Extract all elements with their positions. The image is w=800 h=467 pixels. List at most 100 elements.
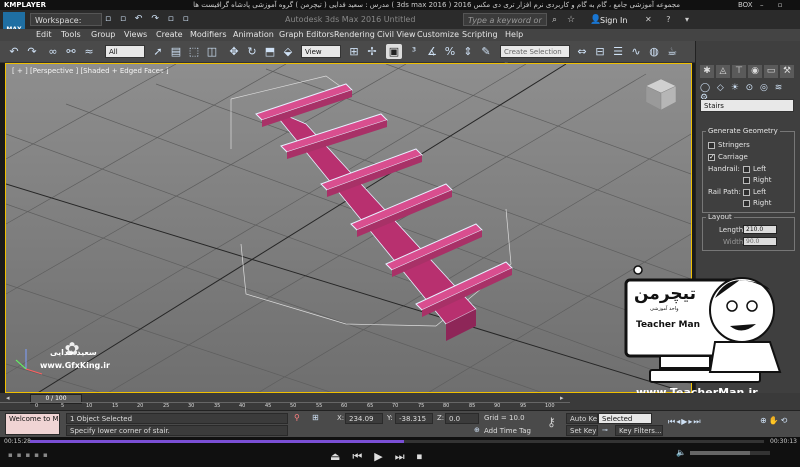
maxscript-listener[interactable]: Welcome to M: (5, 413, 60, 435)
create-tab-icon[interactable]: ✱ (700, 65, 714, 78)
utilities-tab-icon[interactable]: ⚒ (780, 65, 794, 78)
keyboard-shortcut-icon[interactable]: ▣ (386, 44, 402, 59)
tick-label: 90 (494, 403, 501, 409)
sign-in-link[interactable]: Sign In (600, 16, 627, 25)
unlink-icon[interactable]: ⚯ (63, 44, 79, 59)
tick-label: 65 (367, 403, 374, 409)
stair-treads (255, 83, 513, 311)
link-icon[interactable]: ∞ (45, 44, 61, 59)
rail-path-left-checkbox[interactable] (743, 189, 750, 196)
z-coordinate[interactable]: 0.0 (445, 413, 479, 424)
motion-tab-icon[interactable]: ◉ (748, 65, 762, 78)
render-setup-icon[interactable]: ☕ (664, 44, 680, 59)
redo-icon[interactable]: ↷ (24, 44, 40, 59)
absolute-mode-icon[interactable]: ⊞ (312, 413, 319, 422)
menu-help[interactable]: Help (505, 29, 523, 41)
transport-controls[interactable]: ⏏⏮▶⏭⏹ (330, 450, 434, 464)
menu-customize[interactable]: Customize (417, 29, 459, 41)
percent-snap-icon[interactable]: % (442, 44, 458, 59)
align-icon[interactable]: ⊟ (592, 44, 608, 59)
move-icon[interactable]: ✥ (226, 44, 242, 59)
select-by-name-icon[interactable]: ▤ (168, 44, 184, 59)
menu-graph-editors[interactable]: Graph Editors (279, 29, 334, 41)
pivot-icon[interactable]: ⊞ (346, 44, 362, 59)
player-left-icons[interactable]: ▪▪▪▪▪ (8, 451, 52, 459)
selection-filter-dropdown[interactable]: All (105, 45, 145, 58)
stair-object[interactable] (255, 83, 513, 341)
star-icon[interactable]: ☆ (567, 15, 575, 25)
search-icon[interactable]: ⌕ (552, 15, 557, 25)
layer-explorer-icon[interactable]: ☰ (610, 44, 626, 59)
edit-named-sets-icon[interactable]: ✎ (478, 44, 494, 59)
key-filters-button[interactable]: Key Filters... (615, 425, 663, 436)
seek-bar[interactable] (30, 440, 764, 443)
menu-animation[interactable]: Animation (233, 29, 274, 41)
workspace-dropdown[interactable]: Workspace: Default (30, 13, 102, 38)
search-input[interactable]: Type a keyword or phrase (463, 13, 547, 38)
length-input[interactable]: 210.0 (743, 225, 777, 234)
rotate-icon[interactable]: ↻ (244, 44, 260, 59)
timeline-prev-icon[interactable]: ◂ (6, 394, 10, 402)
menu-modifiers[interactable]: Modifiers (190, 29, 227, 41)
menu-group[interactable]: Group (91, 29, 115, 41)
stringers-checkbox[interactable] (708, 142, 715, 149)
menu-tools[interactable]: Tools (61, 29, 81, 41)
set-key-button[interactable]: Set Key (566, 425, 598, 436)
place-icon[interactable]: ⬙ (280, 44, 296, 59)
tick-label: 10 (86, 403, 93, 409)
viewport-scene (6, 64, 691, 392)
lock-icon[interactable]: ⚲ (294, 413, 300, 422)
y-coordinate[interactable]: -38.315 (395, 413, 433, 424)
material-editor-icon[interactable]: ◍ (646, 44, 662, 59)
window-crossing-icon[interactable]: ◫ (204, 44, 220, 59)
mirror-icon[interactable]: ⇔ (574, 44, 590, 59)
key-icon[interactable]: ⚷ (547, 415, 556, 429)
rect-selection-icon[interactable]: ⬚ (186, 44, 202, 59)
named-selection-set-dropdown[interactable]: Create Selection Se (500, 45, 570, 69)
select-object-icon[interactable]: ➚ (150, 44, 166, 59)
key-set-dropdown[interactable]: Selected (598, 413, 652, 424)
viewcube[interactable] (645, 78, 677, 111)
object-type-dropdown[interactable]: Stairs (700, 99, 794, 112)
gfxking-site: www.GfxKing.ir (40, 361, 110, 370)
auto-key-button[interactable]: Auto Key (566, 413, 598, 424)
menu-edit[interactable]: Edit (36, 29, 52, 41)
handrail-right-checkbox[interactable] (743, 177, 750, 184)
spinner-snap-icon[interactable]: ⇕ (460, 44, 476, 59)
curve-editor-icon[interactable]: ∿ (628, 44, 644, 59)
viewport-nav-icons[interactable]: ⊕✋⟲ (760, 416, 789, 425)
timeline-next-icon[interactable]: ▸ (560, 394, 564, 402)
handrail-left-checkbox[interactable] (743, 166, 750, 173)
menu-scripting[interactable]: Scripting (462, 29, 498, 41)
speaker-icon[interactable]: 🔈 (676, 448, 686, 457)
add-time-tag[interactable]: Add Time Tag (484, 427, 531, 435)
prompt-line: Specify lower corner of stair. (66, 425, 288, 436)
title-tools-icons[interactable]: ✕ ? ▾ (645, 15, 695, 24)
hierarchy-tab-icon[interactable]: ⊤ (732, 65, 746, 78)
angle-snap-icon[interactable]: ∡ (424, 44, 440, 59)
menu-civil-view[interactable]: Civil View (377, 29, 416, 41)
bind-space-warp-icon[interactable]: ≈ (81, 44, 97, 59)
snaps-icon[interactable]: ³ (406, 44, 422, 59)
reference-coordinate-dropdown[interactable]: View (301, 45, 341, 58)
z-label: Z: (437, 414, 445, 422)
object-category-icons[interactable]: ◯ ◇ ☀ ⊙ ◎ ≋ ⚙ (700, 83, 796, 103)
carriage-checkbox[interactable]: ✓ (708, 154, 715, 161)
display-tab-icon[interactable]: ▭ (764, 65, 778, 78)
perspective-viewport[interactable]: [ + ] [Perspective ] [Shaded + Edged Fac… (5, 63, 692, 393)
menu-create[interactable]: Create (156, 29, 183, 41)
menu-views[interactable]: Views (124, 29, 147, 41)
quick-access-icons[interactable]: ▫ ▫ ↶ ↷ ▫ ▫ (105, 14, 192, 24)
playback-controls[interactable]: ⏮◂▶▸⏭ (668, 417, 702, 427)
width-input[interactable]: 90.0 (743, 237, 777, 246)
select-manipulate-icon[interactable]: ✢ (364, 44, 380, 59)
x-coordinate[interactable]: 234.09 (345, 413, 383, 424)
modify-tab-icon[interactable]: ◬ (716, 65, 730, 78)
rail-path-right-checkbox[interactable] (743, 200, 750, 207)
key-mode-icon[interactable]: ⊸ (602, 426, 608, 434)
undo-icon[interactable]: ↶ (6, 44, 22, 59)
volume-bar[interactable] (690, 451, 770, 455)
kmplayer-title-bar: KMPLAYER مجموعه آموزشی جامع ، گام به گام… (0, 0, 800, 19)
scale-icon[interactable]: ⬒ (262, 44, 278, 59)
menu-rendering[interactable]: Rendering (334, 29, 375, 41)
